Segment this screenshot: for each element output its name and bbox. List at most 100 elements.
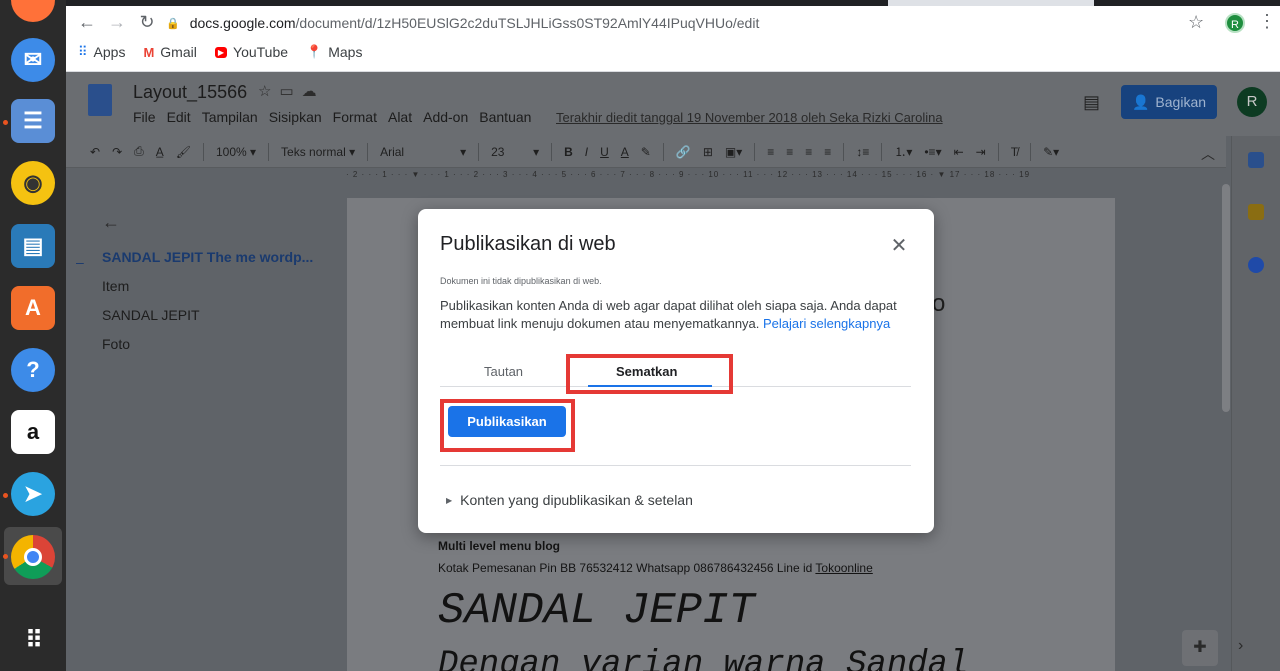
insert-image-icon[interactable]: ▣▾	[725, 145, 742, 159]
document-scrollbar[interactable]	[1222, 184, 1230, 412]
ubuntu-dock: ✉ ☰ ◉ ▤ A ? a ➤ ⠿	[0, 0, 66, 671]
bookmark-gmail[interactable]: M Gmail	[143, 44, 196, 60]
menu-edit[interactable]: Edit	[167, 109, 191, 125]
menu-tools[interactable]: Alat	[388, 109, 412, 125]
telegram-icon[interactable]: ➤	[11, 472, 55, 516]
bold-icon[interactable]: B	[564, 145, 573, 159]
browser-menu-icon[interactable]: ⋮	[1258, 11, 1276, 32]
page-link[interactable]: Tokoonline	[815, 561, 872, 575]
close-icon[interactable]: ✕	[888, 233, 910, 258]
dialog-description: Publikasikan konten Anda di web agar dap…	[440, 297, 912, 333]
address-bar[interactable]: 🔒 docs.google.com/document/d/1zH50EUSlG2…	[166, 10, 1166, 36]
firefox-icon[interactable]	[11, 0, 55, 22]
bookmark-maps[interactable]: 📍 Maps	[306, 44, 362, 60]
text-color-icon[interactable]: A	[621, 145, 629, 159]
learn-more-link[interactable]: Pelajari selengkapnya	[763, 316, 890, 331]
url-host: docs.google.com	[189, 15, 296, 31]
align-justify-icon[interactable]: ≡	[824, 145, 831, 159]
menu-addons[interactable]: Add-on	[423, 109, 468, 125]
side-panel	[1231, 136, 1280, 671]
show-apps-icon[interactable]: ⠿	[11, 618, 55, 662]
menu-help[interactable]: Bantuan	[479, 109, 531, 125]
bookmark-star-icon[interactable]: ☆	[1188, 12, 1204, 33]
back-arrow-icon[interactable]: ←	[76, 12, 98, 33]
align-right-icon[interactable]: ≡	[805, 145, 812, 159]
numbered-list-icon[interactable]: ⒈▾	[894, 143, 912, 160]
explore-button[interactable]: ✚	[1182, 630, 1218, 666]
menu-insert[interactable]: Sisipkan	[269, 109, 322, 125]
highlight-icon[interactable]: ✎	[641, 145, 651, 159]
spellcheck-icon[interactable]: A̲	[156, 145, 164, 159]
bulleted-list-icon[interactable]: •≡▾	[924, 145, 941, 159]
decrease-indent-icon[interactable]: ⇤	[954, 145, 964, 159]
align-left-icon[interactable]: ≡	[767, 145, 774, 159]
print-icon[interactable]: ⎙	[134, 144, 144, 159]
collapse-menu-icon[interactable]: ︿	[1201, 144, 1215, 164]
move-folder-icon[interactable]: ▭	[279, 83, 301, 100]
files-icon[interactable]: ☰	[11, 99, 55, 143]
bookmark-apps[interactable]: ⠿ Apps	[78, 44, 125, 60]
outline-item[interactable]: SANDAL JEPIT The me wordp...	[102, 249, 313, 265]
reload-icon[interactable]: ↻	[136, 12, 158, 33]
published-content-settings-expander[interactable]: ▶ Konten yang dipublikasikan & setelan	[446, 492, 693, 508]
outline-item[interactable]: Item	[102, 278, 313, 294]
redo-icon[interactable]: ↷	[112, 145, 122, 159]
docs-logo-icon[interactable]	[88, 84, 112, 116]
maps-pin-icon: 📍	[306, 44, 323, 59]
page-bold-line: Multi level menu blog	[438, 539, 561, 553]
tasks-icon[interactable]	[1248, 257, 1264, 273]
align-center-icon[interactable]: ≡	[786, 145, 793, 159]
increase-indent-icon[interactable]: ⇥	[976, 145, 986, 159]
cloud-status-icon[interactable]: ☁	[302, 83, 325, 100]
active-tab[interactable]	[888, 0, 1094, 6]
page-text: Kotak Pemesanan Pin BB 76532412 Whatsapp…	[438, 561, 816, 575]
style-select[interactable]: Teks normal ▾	[281, 145, 355, 159]
rhythmbox-icon[interactable]: ◉	[11, 161, 55, 205]
bookmark-label: Maps	[328, 44, 363, 60]
outline-back-arrow-icon[interactable]: ←	[102, 212, 313, 233]
dock-running-dot	[3, 554, 8, 559]
keep-icon[interactable]	[1248, 204, 1264, 220]
share-button[interactable]: 👤 Bagikan	[1121, 85, 1217, 119]
bookmark-youtube[interactable]: ▶ YouTube	[214, 44, 288, 60]
docs-profile-avatar[interactable]: R	[1237, 87, 1267, 117]
clear-formatting-icon[interactable]: T̸	[1011, 145, 1018, 159]
star-icon[interactable]: ☆	[258, 83, 279, 100]
link-icon[interactable]: 🔗	[676, 145, 691, 159]
menu-format[interactable]: Format	[333, 109, 377, 125]
comment-history-icon[interactable]: ▤	[1083, 92, 1100, 113]
amazon-icon[interactable]: a	[11, 410, 55, 454]
document-outline: ← – SANDAL JEPIT The me wordp... Item SA…	[76, 212, 313, 365]
font-size-select[interactable]: 23 ▾	[491, 145, 539, 159]
menu-view[interactable]: Tampilan	[202, 109, 258, 125]
zoom-select[interactable]: 100% ▾	[216, 145, 256, 159]
add-comment-icon[interactable]: ⊞	[703, 145, 713, 159]
page-partial-text: o	[932, 290, 946, 317]
line-spacing-icon[interactable]: ↕≡	[856, 145, 869, 159]
paint-format-icon[interactable]: 🖌	[176, 145, 191, 159]
libreoffice-writer-icon[interactable]: ▤	[11, 224, 55, 268]
tab-link[interactable]: Tautan	[484, 364, 523, 379]
share-label: Bagikan	[1155, 94, 1207, 110]
underline-icon[interactable]: U	[600, 145, 609, 159]
thunderbird-icon[interactable]: ✉	[11, 38, 55, 82]
side-panel-expand-icon[interactable]: ›	[1238, 637, 1243, 655]
browser-profile-avatar[interactable]: R	[1225, 13, 1245, 33]
help-icon[interactable]: ?	[11, 348, 55, 392]
style-value: Teks normal	[281, 144, 346, 159]
last-edit-link[interactable]: Terakhir diedit tanggal 19 November 2018…	[556, 110, 943, 125]
document-title[interactable]: Layout_15566	[133, 82, 247, 103]
toolbar-divider	[202, 142, 204, 161]
font-select[interactable]: Arial ▾	[380, 145, 466, 159]
forward-arrow-icon[interactable]: →	[106, 12, 128, 33]
chrome-icon[interactable]	[11, 535, 55, 579]
apps-grid-icon: ⠿	[78, 44, 88, 59]
outline-item[interactable]: Foto	[102, 336, 313, 352]
undo-icon[interactable]: ↶	[90, 145, 100, 159]
menu-file[interactable]: File	[133, 109, 156, 125]
calendar-icon[interactable]	[1248, 152, 1264, 168]
outline-item[interactable]: SANDAL JEPIT	[102, 307, 313, 323]
ubuntu-software-icon[interactable]: A	[11, 286, 55, 330]
italic-icon[interactable]: I	[585, 145, 588, 159]
editing-mode-icon[interactable]: ✎▾	[1043, 145, 1059, 159]
